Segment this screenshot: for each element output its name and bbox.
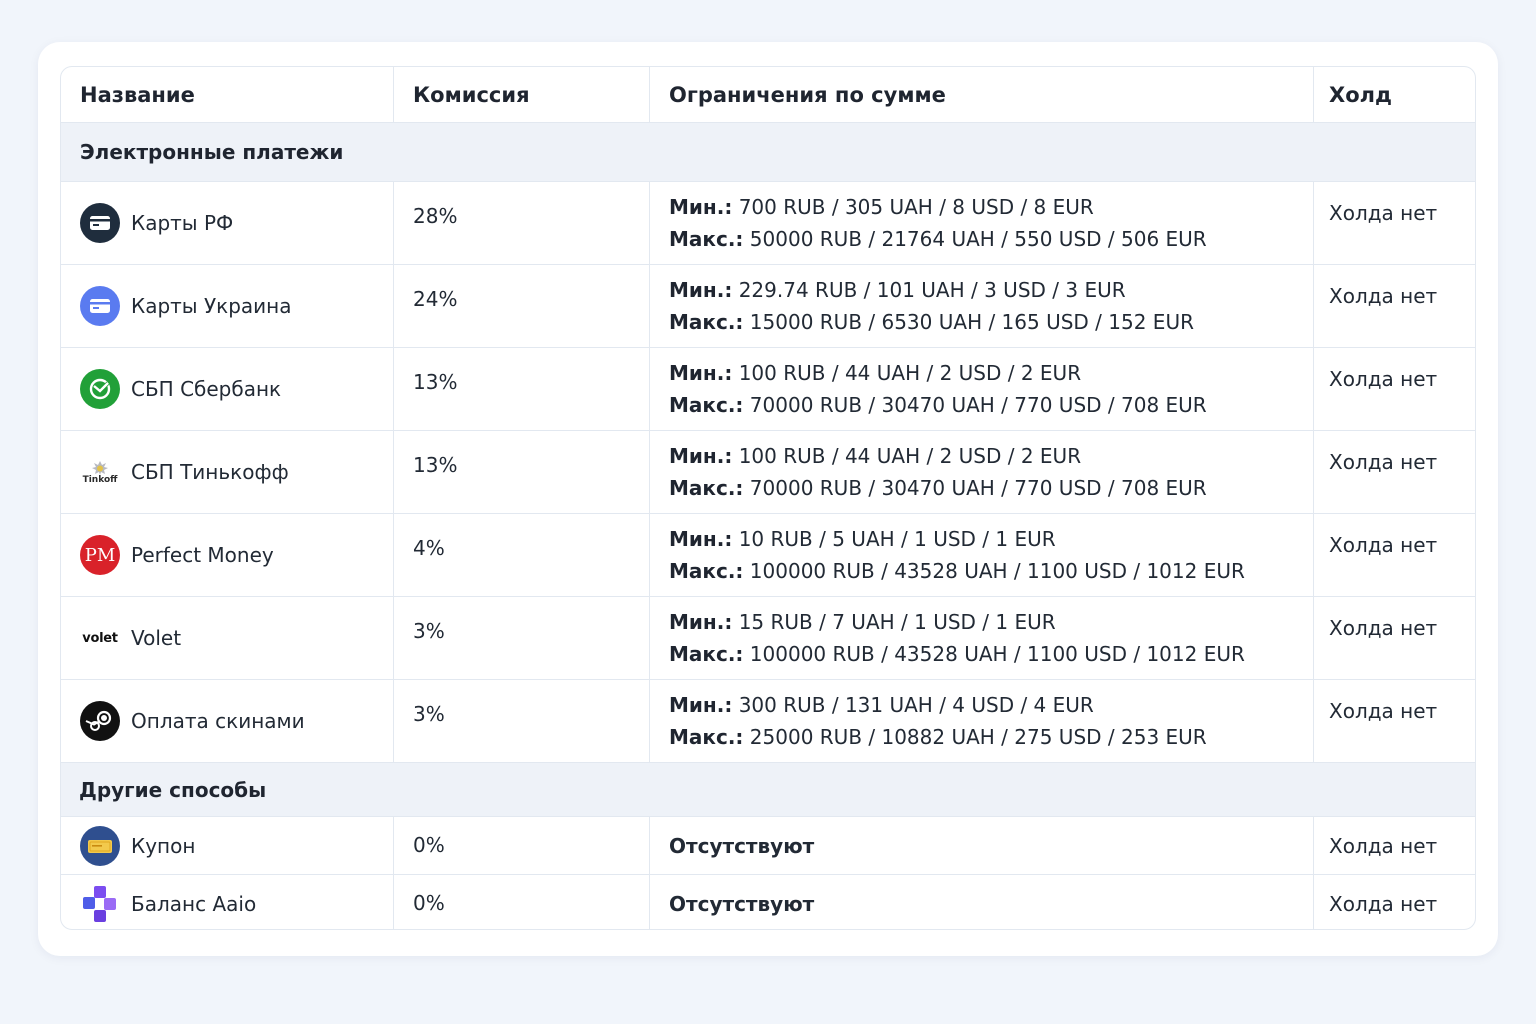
table-row[interactable]: PM Perfect Money 4% Мин.: 10 RUB / 5 UAH… bbox=[61, 514, 1475, 597]
min-limit: Мин.: 10 RUB / 5 UAH / 1 USD / 1 EUR bbox=[669, 527, 1056, 551]
table-row[interactable]: СБП Сбербанк 13% Мин.: 100 RUB / 44 UAH … bbox=[61, 348, 1475, 431]
limits-cell: Мин.: 100 RUB / 44 UAH / 2 USD / 2 EUR М… bbox=[650, 348, 1314, 430]
limits-value: Отсутствуют bbox=[650, 875, 1314, 929]
max-limit: Макс.: 25000 RUB / 10882 UAH / 275 USD /… bbox=[669, 725, 1207, 749]
commission-value: 13% bbox=[394, 431, 650, 513]
limits-cell: Мин.: 300 RUB / 131 UAH / 4 USD / 4 EUR … bbox=[650, 680, 1314, 762]
min-limit: Мин.: 229.74 RUB / 101 UAH / 3 USD / 3 E… bbox=[669, 278, 1126, 302]
volet-logo-icon: volet bbox=[82, 630, 118, 646]
table-row[interactable]: Оплата скинами 3% Мин.: 300 RUB / 131 UA… bbox=[61, 680, 1475, 763]
header-name: Название bbox=[61, 67, 394, 122]
header-commission: Комиссия bbox=[394, 67, 650, 122]
table-row[interactable]: Tinkoff СБП Тинькофф 13% Мин.: 100 RUB /… bbox=[61, 431, 1475, 514]
steam-logo-icon bbox=[80, 701, 120, 741]
limits-cell: Мин.: 10 RUB / 5 UAH / 1 USD / 1 EUR Мак… bbox=[650, 514, 1314, 596]
header-limits: Ограничения по сумме bbox=[650, 67, 1314, 122]
max-limit: Макс.: 70000 RUB / 30470 UAH / 770 USD /… bbox=[669, 476, 1207, 500]
table-row[interactable]: Купон 0% Отсутствуют Холда нет bbox=[61, 817, 1475, 875]
method-name: Карты Украина bbox=[131, 294, 292, 318]
commission-value: 3% bbox=[394, 597, 650, 679]
method-name: Баланс Aaio bbox=[131, 892, 257, 916]
table-row[interactable]: volet Volet 3% Мин.: 15 RUB / 7 UAH / 1 … bbox=[61, 597, 1475, 680]
limits-cell: Мин.: 229.74 RUB / 101 UAH / 3 USD / 3 E… bbox=[650, 265, 1314, 347]
coupon-icon bbox=[80, 825, 120, 866]
hold-value: Холда нет bbox=[1329, 833, 1438, 858]
commission-value: 0% bbox=[394, 875, 650, 929]
payment-methods-table: Название Комиссия Ограничения по сумме Х… bbox=[60, 66, 1476, 930]
section-other-methods: Другие способы bbox=[61, 763, 1475, 817]
hold-value: Холда нет bbox=[1329, 533, 1438, 557]
commission-value: 0% bbox=[394, 817, 650, 874]
commission-value: 3% bbox=[394, 680, 650, 762]
method-name: Volet bbox=[131, 626, 182, 650]
hold-value: Холда нет bbox=[1329, 284, 1438, 308]
table-row[interactable]: Карты РФ 28% Мин.: 700 RUB / 305 UAH / 8… bbox=[61, 182, 1475, 265]
perfect-money-logo-icon: PM bbox=[80, 535, 120, 575]
sberbank-logo-icon bbox=[80, 369, 120, 409]
hold-value: Холда нет bbox=[1329, 892, 1438, 916]
payment-methods-card: Название Комиссия Ограничения по сумме Х… bbox=[38, 42, 1498, 956]
commission-value: 28% bbox=[394, 182, 650, 264]
min-limit: Мин.: 100 RUB / 44 UAH / 2 USD / 2 EUR bbox=[669, 444, 1082, 468]
max-limit: Макс.: 70000 RUB / 30470 UAH / 770 USD /… bbox=[669, 393, 1207, 417]
hold-value: Холда нет bbox=[1329, 201, 1438, 225]
hold-value: Холда нет bbox=[1329, 367, 1438, 391]
table-row[interactable]: Карты Украина 24% Мин.: 229.74 RUB / 101… bbox=[61, 265, 1475, 348]
method-name: Оплата скинами bbox=[131, 709, 305, 733]
table-row[interactable]: Баланс Aaio 0% Отсутствуют Холда нет bbox=[61, 875, 1475, 929]
commission-value: 13% bbox=[394, 348, 650, 430]
aaio-logo-icon bbox=[80, 884, 120, 924]
limits-value: Отсутствуют bbox=[650, 817, 1314, 874]
section-electronic-payments: Электронные платежи bbox=[61, 123, 1475, 182]
table-header: Название Комиссия Ограничения по сумме Х… bbox=[61, 67, 1475, 123]
max-limit: Макс.: 50000 RUB / 21764 UAH / 550 USD /… bbox=[669, 227, 1207, 251]
method-name: СБП Сбербанк bbox=[131, 377, 282, 401]
header-hold: Холд bbox=[1329, 82, 1392, 107]
min-limit: Мин.: 15 RUB / 7 UAH / 1 USD / 1 EUR bbox=[669, 610, 1056, 634]
min-limit: Мин.: 300 RUB / 131 UAH / 4 USD / 4 EUR bbox=[669, 693, 1094, 717]
limits-cell: Мин.: 15 RUB / 7 UAH / 1 USD / 1 EUR Мак… bbox=[650, 597, 1314, 679]
max-limit: Макс.: 100000 RUB / 43528 UAH / 1100 USD… bbox=[669, 642, 1245, 666]
hold-value: Холда нет bbox=[1329, 699, 1438, 723]
method-name: Perfect Money bbox=[131, 543, 274, 567]
card-icon bbox=[80, 286, 120, 326]
commission-value: 4% bbox=[394, 514, 650, 596]
method-name: Купон bbox=[131, 833, 196, 858]
max-limit: Макс.: 15000 RUB / 6530 UAH / 165 USD / … bbox=[669, 310, 1194, 334]
method-name: Карты РФ bbox=[131, 211, 234, 235]
max-limit: Макс.: 100000 RUB / 43528 UAH / 1100 USD… bbox=[669, 559, 1245, 583]
hold-value: Холда нет bbox=[1329, 616, 1438, 640]
tinkoff-logo-icon: Tinkoff bbox=[80, 452, 120, 492]
min-limit: Мин.: 100 RUB / 44 UAH / 2 USD / 2 EUR bbox=[669, 361, 1082, 385]
commission-value: 24% bbox=[394, 265, 650, 347]
limits-cell: Мин.: 100 RUB / 44 UAH / 2 USD / 2 EUR М… bbox=[650, 431, 1314, 513]
card-icon bbox=[80, 203, 120, 243]
hold-value: Холда нет bbox=[1329, 450, 1438, 474]
limits-cell: Мин.: 700 RUB / 305 UAH / 8 USD / 8 EUR … bbox=[650, 182, 1314, 264]
min-limit: Мин.: 700 RUB / 305 UAH / 8 USD / 8 EUR bbox=[669, 195, 1094, 219]
method-name: СБП Тинькофф bbox=[131, 460, 289, 484]
